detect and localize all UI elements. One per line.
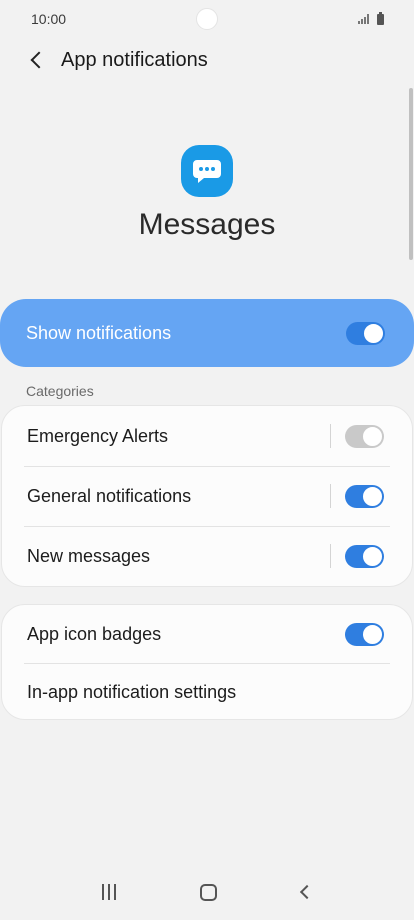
header: App notifications xyxy=(0,40,414,80)
show-notifications-label: Show notifications xyxy=(26,322,172,343)
divider xyxy=(330,484,331,508)
emergency-alerts-toggle[interactable] xyxy=(345,424,384,448)
in-app-notification-settings-row[interactable]: In-app notification settings xyxy=(2,663,412,721)
category-label: General notifications xyxy=(27,485,192,506)
category-row-new-messages[interactable]: New messages xyxy=(2,526,412,586)
category-row-emergency-alerts[interactable]: Emergency Alerts xyxy=(2,406,412,466)
app-name: Messages xyxy=(138,208,276,241)
app-icon-badges-toggle[interactable] xyxy=(345,622,384,646)
home-icon[interactable] xyxy=(200,883,218,901)
battery-icon xyxy=(377,11,384,25)
recent-apps-icon[interactable] xyxy=(102,884,117,900)
status-icons xyxy=(358,11,384,25)
categories-card: Emergency Alerts General notifications N… xyxy=(1,405,413,587)
camera-cutout xyxy=(196,8,218,30)
show-notifications-toggle[interactable] xyxy=(346,321,385,345)
chat-bubble-icon xyxy=(193,160,221,183)
chevron-left-icon xyxy=(30,51,48,69)
back-button[interactable] xyxy=(16,40,56,80)
app-icon-badges-row[interactable]: App icon badges xyxy=(2,605,412,663)
status-time: 10:00 xyxy=(31,11,67,27)
page-title: App notifications xyxy=(61,48,208,71)
show-notifications-row[interactable]: Show notifications xyxy=(0,299,414,367)
in-app-settings-label: In-app notification settings xyxy=(27,681,237,702)
divider xyxy=(330,544,331,568)
divider xyxy=(330,424,331,448)
categories-header: Categories xyxy=(26,383,94,399)
navigation-bar xyxy=(0,864,414,920)
new-messages-toggle[interactable] xyxy=(345,544,384,568)
category-label: New messages xyxy=(27,545,151,566)
general-notifications-toggle[interactable] xyxy=(345,484,384,508)
signal-icon xyxy=(358,14,369,24)
messages-app-icon xyxy=(181,145,233,197)
back-icon[interactable] xyxy=(299,884,314,900)
category-label: Emergency Alerts xyxy=(27,425,169,446)
category-row-general-notifications[interactable]: General notifications xyxy=(2,466,412,526)
badges-card: App icon badges In-app notification sett… xyxy=(1,604,413,720)
app-icon-badges-label: App icon badges xyxy=(27,623,162,644)
